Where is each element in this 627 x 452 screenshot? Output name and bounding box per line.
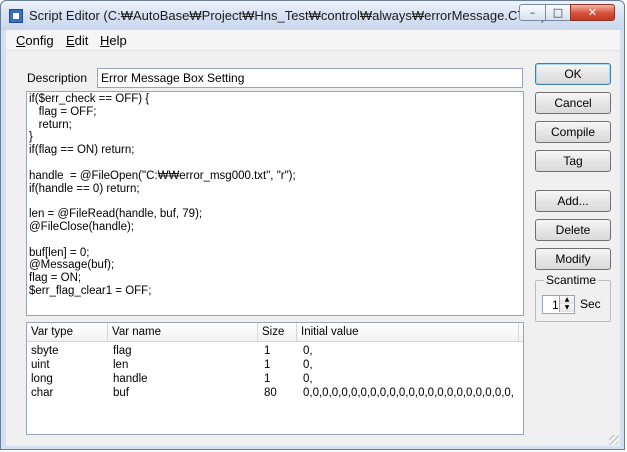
column-header-var-type[interactable]: Var type xyxy=(27,323,108,341)
cell-size: 1 xyxy=(264,373,271,385)
column-header-initial-value[interactable]: Initial value xyxy=(297,323,519,341)
scantime-value[interactable]: 1 xyxy=(552,298,559,312)
table-row[interactable]: sbyte flag 1 0, xyxy=(27,345,523,359)
title-bar[interactable]: Script Editor (C:₩AutoBase₩Project₩Hns_T… xyxy=(1,1,624,30)
description-input[interactable]: Error Message Box Setting xyxy=(97,68,523,88)
table-row[interactable]: long handle 1 0, xyxy=(27,373,523,387)
compile-button[interactable]: Compile xyxy=(535,121,611,143)
script-editor-window: Script Editor (C:₩AutoBase₩Project₩Hns_T… xyxy=(0,0,625,450)
cell-initial-value: 0, xyxy=(303,359,313,371)
cell-var-type: sbyte xyxy=(31,345,59,357)
variables-list-header: Var type Var name Size Initial value xyxy=(27,323,523,342)
description-label: Description xyxy=(27,71,88,85)
cell-var-type: long xyxy=(31,373,53,385)
cell-var-name: handle xyxy=(113,373,148,385)
cell-var-name: flag xyxy=(113,345,132,357)
close-button[interactable]: ✕ xyxy=(570,4,615,21)
scantime-group: Scantime 1 ▲ ▼ Sec xyxy=(535,273,611,322)
column-header-size[interactable]: Size xyxy=(258,323,297,341)
script-code-editor[interactable]: if($err_check == OFF) { flag = OFF; retu… xyxy=(26,91,524,316)
ok-button[interactable]: OK xyxy=(535,63,611,85)
column-header-var-name[interactable]: Var name xyxy=(108,323,258,341)
cell-initial-value: 0,0,0,0,0,0,0,0,0,0,0,0,0,0,0,0,0,0,0,0,… xyxy=(303,387,513,399)
window-title: Script Editor (C:₩AutoBase₩Project₩Hns_T… xyxy=(29,8,546,23)
cell-var-type: uint xyxy=(31,359,50,371)
menu-edit[interactable]: Edit xyxy=(66,33,88,48)
cancel-button[interactable]: Cancel xyxy=(535,92,611,114)
cell-size: 1 xyxy=(264,359,271,371)
menu-config[interactable]: Config xyxy=(16,33,54,48)
cell-var-type: char xyxy=(31,387,54,399)
scantime-spinner[interactable]: 1 ▲ ▼ xyxy=(542,295,575,314)
add-button[interactable]: Add... xyxy=(535,190,611,212)
cell-size: 1 xyxy=(264,345,271,357)
cell-size: 80 xyxy=(264,387,277,399)
minimize-button[interactable]: – xyxy=(519,4,546,21)
cell-initial-value: 0, xyxy=(303,345,313,357)
cell-var-name: len xyxy=(113,359,129,371)
delete-button[interactable]: Delete xyxy=(535,219,611,241)
scantime-title: Scantime xyxy=(544,273,599,287)
cell-var-name: buf xyxy=(113,387,129,399)
maximize-button[interactable]: □ xyxy=(545,4,571,21)
scantime-unit: Sec xyxy=(580,297,601,311)
table-row[interactable]: uint len 1 0, xyxy=(27,359,523,373)
resize-grip-icon[interactable] xyxy=(609,435,619,445)
menu-help[interactable]: Help xyxy=(100,33,127,48)
menu-bar: Config Edit Help xyxy=(6,30,620,51)
cell-initial-value: 0, xyxy=(303,373,313,385)
modify-button[interactable]: Modify xyxy=(535,248,611,270)
spin-down-icon[interactable]: ▼ xyxy=(559,304,574,312)
tag-button[interactable]: Tag xyxy=(535,150,611,172)
app-icon xyxy=(9,9,23,23)
table-row[interactable]: char buf 80 0,0,0,0,0,0,0,0,0,0,0,0,0,0,… xyxy=(27,387,523,401)
script-code: if($err_check == OFF) { flag = OFF; retu… xyxy=(29,93,296,297)
variables-list[interactable]: Var type Var name Size Initial value sby… xyxy=(26,322,524,435)
client-area: Config Edit Help Description Error Messa… xyxy=(6,30,620,446)
